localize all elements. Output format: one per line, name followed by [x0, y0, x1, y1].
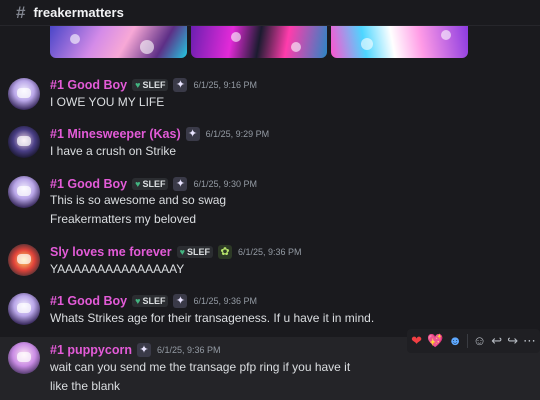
heart-icon[interactable]: ❤	[411, 333, 422, 349]
username[interactable]: Sly loves me forever	[50, 245, 172, 259]
role-icon: ✿	[217, 245, 232, 259]
attachment-image[interactable]	[50, 26, 187, 58]
timestamp: 6/1/25, 9:36 PM	[156, 345, 221, 355]
message-header: #1 Minesweeper (Kas) ✦ 6/1/25, 9:29 PM	[50, 127, 269, 141]
username[interactable]: #1 puppycorn	[50, 343, 132, 357]
role-icon: ✦	[173, 177, 188, 191]
avatar[interactable]	[8, 78, 40, 110]
person-icon[interactable]: ☻	[448, 333, 462, 349]
message-header: #1 Good Boy ♥ SLEF ✦ 6/1/25, 9:30 PM	[50, 177, 257, 191]
avatar[interactable]	[8, 176, 40, 208]
toolbar-divider	[466, 334, 468, 348]
server-tag-label: SLEF	[186, 247, 210, 257]
heart-icon: ♥	[135, 80, 141, 90]
server-tag-label: SLEF	[142, 179, 166, 189]
server-tag-label: SLEF	[142, 296, 166, 306]
message-text: I OWE YOU MY LIFE	[50, 95, 165, 109]
attachment-image[interactable]	[331, 26, 469, 58]
message-text: This is so awesome and so swag	[50, 193, 227, 207]
server-tag-label: SLEF	[142, 80, 166, 90]
timestamp: 6/1/25, 9:36 PM	[237, 247, 302, 257]
message-hover-toolbar: ❤ 💖 ☻ ☺ ↩ ↪ ⋯	[407, 329, 540, 353]
message-header: #1 puppycorn ✦ 6/1/25, 9:36 PM	[50, 343, 221, 357]
username[interactable]: #1 Good Boy	[50, 78, 127, 92]
avatar[interactable]	[8, 293, 40, 325]
message-text: wait can you send me the transage pfp ri…	[50, 360, 351, 374]
channel-name: freakermatters	[33, 5, 124, 20]
more-icon[interactable]: ⋯	[523, 333, 536, 349]
hash-icon: #	[16, 2, 26, 22]
attachment-image[interactable]	[190, 26, 328, 58]
message[interactable]: #1 Good Boy ♥ SLEF ✦ 6/1/25, 9:16 PM I OW…	[0, 74, 540, 114]
server-tag[interactable]: ♥ SLEF	[132, 79, 169, 91]
timestamp: 6/1/25, 9:36 PM	[193, 296, 257, 306]
heart-icon: ♥	[135, 296, 141, 306]
heart-icon: ♥	[135, 179, 141, 189]
server-tag[interactable]: ♥ SLEF	[132, 295, 169, 307]
timestamp: 6/1/25, 9:16 PM	[193, 80, 257, 90]
message[interactable]: #1 Minesweeper (Kas) ✦ 6/1/25, 9:29 PM I…	[0, 123, 540, 163]
message[interactable]: #1 Good Boy ♥ SLEF ✦ 6/1/25, 9:36 PM What…	[0, 290, 540, 330]
image-attachments[interactable]	[50, 26, 469, 58]
avatar[interactable]	[8, 244, 40, 276]
sparkling-heart-icon[interactable]: 💖	[427, 333, 443, 349]
message-text: YAAAAAAAAAAAAAAAY	[50, 262, 185, 276]
message-text: like the blank	[50, 379, 121, 393]
message-text: Freakermatters my beloved	[50, 212, 197, 226]
message[interactable]: Sly loves me forever ♥ SLEF ✿ 6/1/25, 9:3…	[0, 241, 540, 281]
channel-header: # freakermatters	[0, 0, 540, 26]
avatar[interactable]	[8, 126, 40, 158]
role-icon: ✦	[173, 78, 188, 92]
avatar[interactable]	[8, 342, 40, 374]
server-tag[interactable]: ♥ SLEF	[176, 246, 213, 258]
message[interactable]: #1 Good Boy ♥ SLEF ✦ 6/1/25, 9:30 PM This…	[0, 173, 540, 229]
forward-icon[interactable]: ↪	[507, 333, 518, 349]
username[interactable]: #1 Good Boy	[50, 177, 127, 191]
reply-icon[interactable]: ↩	[491, 333, 502, 349]
heart-icon: ♥	[179, 247, 185, 257]
username[interactable]: #1 Good Boy	[50, 294, 127, 308]
role-icon: ✦	[136, 343, 151, 357]
timestamp: 6/1/25, 9:30 PM	[193, 179, 257, 189]
server-tag[interactable]: ♥ SLEF	[132, 178, 169, 190]
message-header: #1 Good Boy ♥ SLEF ✦ 6/1/25, 9:36 PM	[50, 294, 257, 308]
username[interactable]: #1 Minesweeper (Kas)	[50, 127, 181, 141]
message-header: Sly loves me forever ♥ SLEF ✿ 6/1/25, 9:3…	[50, 245, 302, 259]
message-text: Whats Strikes age for their transageness…	[50, 311, 375, 325]
message-header: #1 Good Boy ♥ SLEF ✦ 6/1/25, 9:16 PM	[50, 78, 257, 92]
role-icon: ✦	[185, 127, 200, 141]
add-reaction-icon[interactable]: ☺	[473, 333, 486, 349]
role-icon: ✦	[173, 294, 188, 308]
message-text: I have a crush on Strike	[50, 144, 177, 158]
timestamp: 6/1/25, 9:29 PM	[205, 129, 270, 139]
